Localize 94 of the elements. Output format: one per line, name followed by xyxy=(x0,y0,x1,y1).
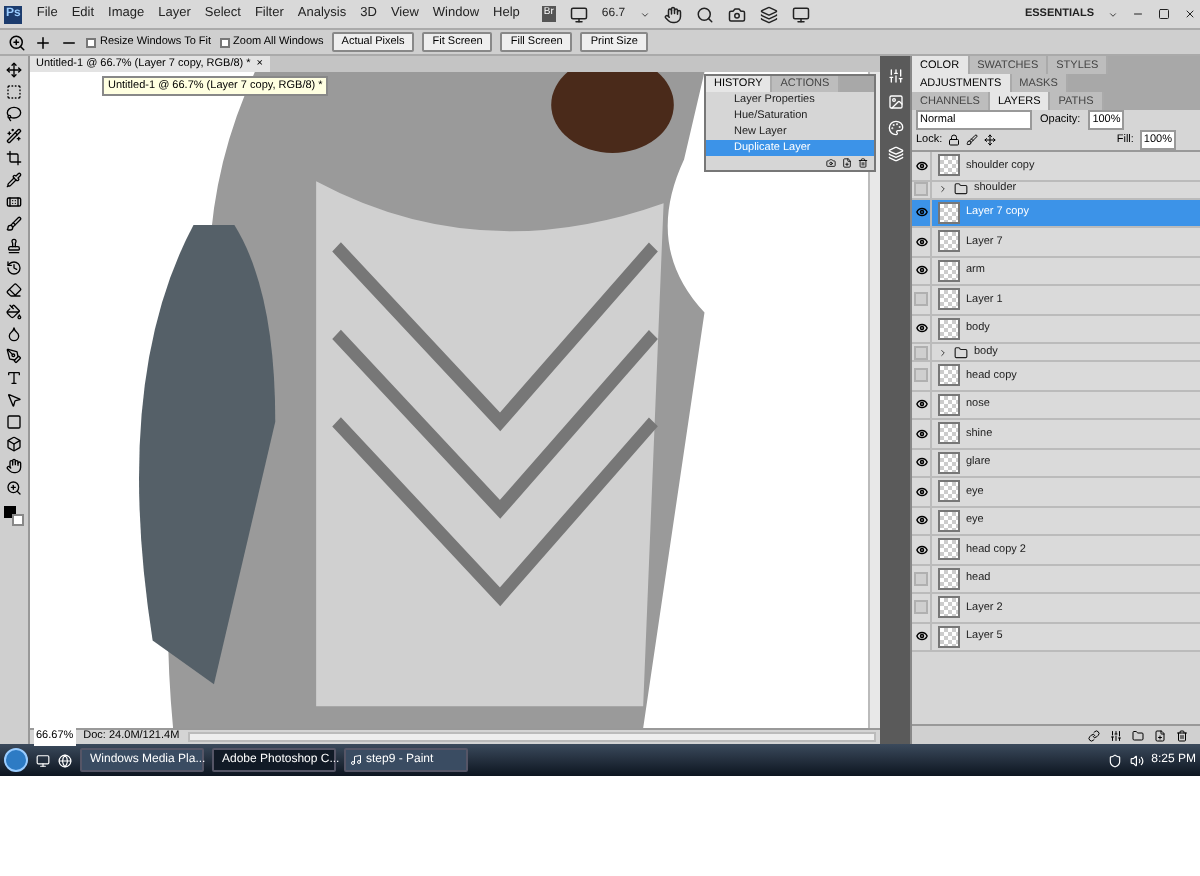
screen-icon[interactable] xyxy=(569,5,588,23)
visibility-toggle[interactable] xyxy=(914,571,928,586)
color-swatches-icon[interactable] xyxy=(4,506,24,526)
new-document-icon[interactable] xyxy=(842,158,852,168)
layer-thumbnail xyxy=(938,393,960,416)
visibility-eye-icon[interactable] xyxy=(915,485,927,498)
dropdown-caret-icon[interactable] xyxy=(1108,9,1118,19)
layer-thumbnail xyxy=(938,422,960,445)
visibility-eye-icon[interactable] xyxy=(915,235,927,248)
eraser-icon[interactable] xyxy=(6,282,22,298)
trash-icon[interactable] xyxy=(858,158,868,168)
rectangle-icon[interactable] xyxy=(6,414,22,430)
visibility-toggle[interactable] xyxy=(914,368,928,383)
folder-icon xyxy=(954,345,968,359)
layer-thumbnail xyxy=(938,509,960,532)
pen-icon[interactable] xyxy=(6,348,22,364)
layer-thumbnail xyxy=(938,538,960,561)
zoom-icon[interactable] xyxy=(695,5,714,23)
visibility-eye-icon[interactable] xyxy=(915,159,927,172)
folder-icon xyxy=(954,182,968,196)
brush-icon[interactable] xyxy=(6,216,22,232)
layer-thumbnail xyxy=(938,625,960,648)
snapshot-icon[interactable] xyxy=(826,158,836,168)
show-desktop-icon[interactable] xyxy=(36,753,50,767)
crop-icon[interactable] xyxy=(6,150,22,166)
hand-icon[interactable] xyxy=(663,5,682,23)
maximize-icon[interactable] xyxy=(1158,8,1170,20)
wand-icon[interactable] xyxy=(6,128,22,144)
visibility-eye-icon[interactable] xyxy=(915,514,927,527)
visibility-toggle[interactable] xyxy=(914,345,928,359)
zoom-icon[interactable] xyxy=(6,480,22,496)
visibility-eye-icon[interactable] xyxy=(915,456,927,469)
layer-thumbnail xyxy=(938,230,960,253)
panel-icon[interactable] xyxy=(887,120,903,136)
cube-icon[interactable] xyxy=(6,436,22,452)
minimize-icon[interactable] xyxy=(1132,8,1144,20)
lock-icon[interactable] xyxy=(948,134,961,146)
link-icon[interactable] xyxy=(1088,729,1100,741)
lasso-icon[interactable] xyxy=(6,106,22,122)
visibility-eye-icon[interactable] xyxy=(915,264,927,277)
dropdown-caret-icon[interactable] xyxy=(639,9,650,19)
layer-thumbnail xyxy=(938,451,960,474)
stamp-icon[interactable] xyxy=(6,238,22,254)
type-icon[interactable] xyxy=(6,370,22,386)
layer-thumbnail xyxy=(938,364,960,387)
bucket-icon[interactable] xyxy=(6,304,22,320)
layer-thumbnail xyxy=(938,201,960,224)
arrange-icon[interactable] xyxy=(759,5,778,23)
vertical-scrollbar[interactable] xyxy=(868,72,880,728)
panel-icon[interactable] xyxy=(887,146,903,162)
visibility-eye-icon[interactable] xyxy=(915,543,927,556)
expand-icon[interactable] xyxy=(938,184,948,194)
move-icon[interactable] xyxy=(984,134,997,146)
visibility-eye-icon[interactable] xyxy=(915,322,927,335)
layer-thumbnail xyxy=(938,596,960,619)
zoom-in-icon[interactable] xyxy=(34,33,52,51)
blur-icon[interactable] xyxy=(6,326,22,342)
layer-thumbnail xyxy=(938,567,960,590)
visibility-eye-icon[interactable] xyxy=(915,398,927,411)
browser-icon[interactable] xyxy=(58,753,72,767)
layer-thumbnail xyxy=(938,480,960,503)
layer-thumbnail xyxy=(938,288,960,311)
brush-icon[interactable] xyxy=(966,134,979,146)
horizontal-scrollbar[interactable] xyxy=(187,732,876,742)
app-icon xyxy=(350,754,362,766)
visibility-toggle[interactable] xyxy=(914,600,928,615)
layer-thumbnail xyxy=(938,259,960,282)
visibility-eye-icon[interactable] xyxy=(915,206,927,219)
layer-thumbnail xyxy=(938,317,960,340)
volume-icon[interactable] xyxy=(1129,753,1144,767)
visibility-toggle[interactable] xyxy=(914,182,928,196)
visibility-toggle[interactable] xyxy=(914,292,928,307)
screen-mode-icon[interactable] xyxy=(791,5,810,23)
start-button[interactable] xyxy=(4,748,28,772)
pointer-icon[interactable] xyxy=(6,392,22,408)
security-icon[interactable] xyxy=(1107,753,1122,767)
bandage-icon[interactable] xyxy=(6,194,22,210)
trash-icon[interactable] xyxy=(1176,729,1188,741)
folder-icon[interactable] xyxy=(1132,729,1144,741)
hand-icon[interactable] xyxy=(6,458,22,474)
panel-icon[interactable] xyxy=(887,68,903,84)
zoom-tool-icon[interactable] xyxy=(8,33,26,51)
visibility-eye-icon[interactable] xyxy=(915,630,927,643)
history-brush-icon[interactable] xyxy=(6,260,22,276)
move-icon[interactable] xyxy=(6,62,22,78)
adjustment-icon[interactable] xyxy=(1110,729,1122,741)
new-layer-icon[interactable] xyxy=(1154,729,1166,741)
expand-icon[interactable] xyxy=(938,347,948,357)
eyedropper-icon[interactable] xyxy=(6,172,22,188)
close-icon[interactable] xyxy=(1184,8,1196,20)
visibility-eye-icon[interactable] xyxy=(915,427,927,440)
panel-icon[interactable] xyxy=(887,94,903,110)
layer-thumbnail xyxy=(938,154,960,177)
marquee-icon[interactable] xyxy=(6,84,22,100)
